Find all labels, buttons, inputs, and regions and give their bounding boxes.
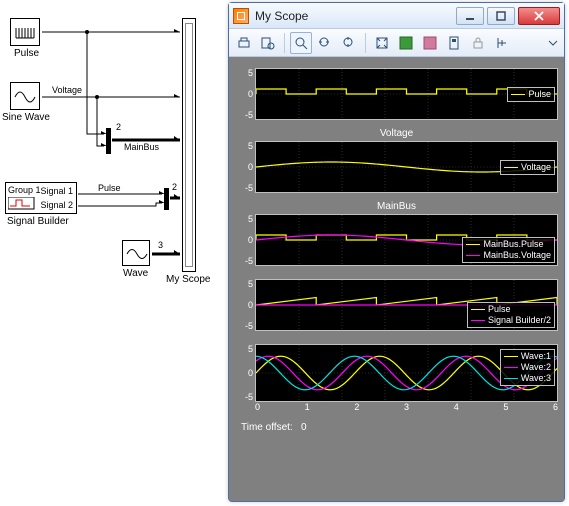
legend: Wave:1Wave:2Wave:3 <box>500 349 555 386</box>
zoom-y-icon[interactable] <box>338 32 360 54</box>
save-config-icon[interactable] <box>395 32 417 54</box>
maximize-button[interactable] <box>487 7 515 25</box>
scope-body: 50-5PulseVoltage50-5VoltageMainBus50-5Ma… <box>229 57 564 501</box>
axes-title <box>235 63 558 67</box>
axes-3[interactable]: MainBus50-5 MainBus.PulseMainBus.Voltage <box>235 201 558 266</box>
block-sine[interactable] <box>10 82 40 110</box>
window-title: My Scope <box>255 9 453 23</box>
plot-area[interactable]: Voltage <box>255 141 558 193</box>
legend: Pulse <box>507 87 555 102</box>
axes-title <box>235 339 558 343</box>
signal-select-icon[interactable] <box>491 32 513 54</box>
plot-area[interactable]: MainBus.PulseMainBus.Voltage <box>255 214 558 266</box>
port-three: 3 <box>158 240 163 250</box>
y-ticks: 50-5 <box>235 279 255 331</box>
matlab-icon <box>233 8 249 24</box>
x-ticks: 0123456 <box>235 402 558 414</box>
axes-title: MainBus <box>235 201 558 213</box>
label-mainbus: MainBus <box>124 142 159 152</box>
legend: PulseSignal Builder/2 <box>467 302 555 328</box>
close-button[interactable] <box>518 7 560 25</box>
scope-window: My Scope 50-5PulseVoltage50-5VoltageMain… <box>228 2 565 502</box>
port-pulse: Pulse <box>98 183 121 193</box>
parameters-icon[interactable] <box>257 32 279 54</box>
y-ticks: 50-5 <box>235 141 255 193</box>
print-icon[interactable] <box>233 32 255 54</box>
legend: Voltage <box>500 160 555 175</box>
toolbar <box>229 29 564 57</box>
block-scope[interactable] <box>182 18 196 272</box>
axes-4[interactable]: 50-5 PulseSignal Builder/2 <box>235 274 558 331</box>
autoscale-icon[interactable] <box>371 32 393 54</box>
time-offset-value: 0 <box>301 422 307 433</box>
axes-title <box>235 274 558 278</box>
minimize-button[interactable] <box>456 7 484 25</box>
label-sigbuilder: Signal Builder <box>7 216 69 227</box>
plot-area[interactable]: PulseSignal Builder/2 <box>255 279 558 331</box>
axes-5[interactable]: 50-5 Wave:1Wave:2Wave:3 0123456 <box>235 339 558 414</box>
label-voltage: Voltage <box>52 85 82 95</box>
port-two-b: 2 <box>172 182 177 192</box>
time-offset-label: Time offset: <box>241 422 293 433</box>
time-offset: Time offset: 0 <box>235 418 558 435</box>
sigbuilder-out1: Signal 1 <box>40 186 73 196</box>
simulink-diagram: Pulse Sine Wave Voltage 2 MainBus Group … <box>0 0 228 320</box>
block-wave[interactable] <box>122 240 150 266</box>
legend: MainBus.PulseMainBus.Voltage <box>462 237 555 263</box>
label-wave: Wave <box>123 268 148 279</box>
port-two-a: 2 <box>116 122 121 132</box>
toolbar-overflow-icon[interactable] <box>546 32 560 54</box>
label-scope: My Scope <box>166 274 210 285</box>
restore-config-icon[interactable] <box>419 32 441 54</box>
sigbuilder-out2: Signal 2 <box>40 200 73 210</box>
plot-area[interactable]: Pulse <box>255 68 558 120</box>
bus-creator-1[interactable] <box>106 128 111 154</box>
plot-area[interactable]: Wave:1Wave:2Wave:3 <box>255 344 558 402</box>
floating-icon[interactable] <box>443 32 465 54</box>
axes-2[interactable]: Voltage50-5Voltage <box>235 128 558 193</box>
axes-1[interactable]: 50-5 Pulse <box>235 63 558 120</box>
lock-icon[interactable] <box>467 32 489 54</box>
bus-creator-2[interactable] <box>164 188 169 210</box>
block-pulse[interactable] <box>10 18 40 46</box>
block-signal-builder[interactable]: Group 1 Signal 1 Signal 2 <box>5 182 77 214</box>
label-sine: Sine Wave <box>2 112 50 123</box>
zoom-x-icon[interactable] <box>314 32 336 54</box>
y-ticks: 50-5 <box>235 68 255 120</box>
zoom-icon[interactable] <box>290 32 312 54</box>
axes-title: Voltage <box>235 128 558 140</box>
y-ticks: 50-5 <box>235 214 255 266</box>
y-ticks: 50-5 <box>235 344 255 402</box>
titlebar: My Scope <box>229 3 564 29</box>
label-pulse: Pulse <box>14 48 39 59</box>
